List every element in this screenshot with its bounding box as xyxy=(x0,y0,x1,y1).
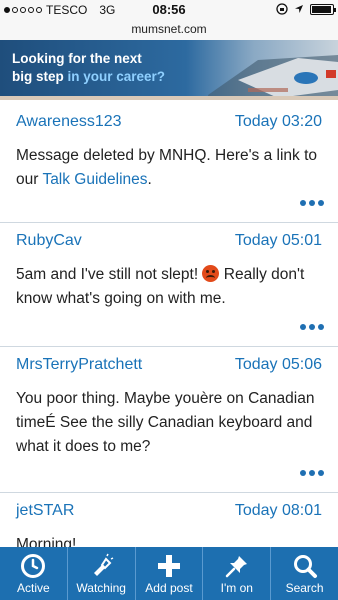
bottom-toolbar: Active Watching Add post I'm on Search xyxy=(0,547,338,600)
post-author[interactable]: jetSTAR xyxy=(16,502,74,529)
status-icons xyxy=(276,3,336,15)
flashlight-icon xyxy=(94,553,114,576)
more-options-icon[interactable] xyxy=(300,324,324,330)
thread-posts: Awareness123 Today 03:20 Message deleted… xyxy=(0,104,338,547)
post-text-end: . xyxy=(147,171,152,188)
post-text: 5am and I've still not slept! xyxy=(16,266,203,283)
post: MrsTerryPratchett Today 05:06 You poor t… xyxy=(0,347,338,493)
toolbar-add-post-button[interactable]: Add post xyxy=(136,547,204,600)
pin-icon xyxy=(225,556,247,578)
url-bar[interactable]: mumsnet.com xyxy=(0,20,338,40)
more-options-icon[interactable] xyxy=(300,470,324,476)
post: Awareness123 Today 03:20 Message deleted… xyxy=(0,104,338,223)
plus-icon xyxy=(157,555,180,577)
battery-icon xyxy=(310,3,336,15)
toolbar-label: Watching xyxy=(76,581,126,595)
post-text: You poor thing. Maybe youère on Canadian… xyxy=(16,390,315,455)
toolbar-watching-button[interactable]: Watching xyxy=(68,547,136,600)
banner-line2-accent: in your career? xyxy=(67,69,166,84)
post: RubyCav Today 05:01 5am and I've still n… xyxy=(0,223,338,347)
post-header: jetSTAR Today 08:01 xyxy=(16,493,322,529)
toolbar-search-button[interactable]: Search xyxy=(271,547,338,600)
banner-headline: Looking for the next big step in your ca… xyxy=(12,50,165,86)
clock-icon xyxy=(21,554,46,578)
location-arrow-icon xyxy=(295,5,303,13)
talk-guidelines-link[interactable]: Talk Guidelines xyxy=(42,171,147,188)
post-body: You poor thing. Maybe youère on Canadian… xyxy=(16,383,322,459)
toolbar-label: Search xyxy=(285,581,324,595)
post-body: Morning! xyxy=(16,529,322,547)
post-text: Morning! xyxy=(16,536,77,547)
status-bar: TESCO 3G 08:56 xyxy=(0,0,338,20)
toolbar-label: Add post xyxy=(145,581,193,595)
post-author[interactable]: Awareness123 xyxy=(16,113,122,140)
post-time: Today 05:01 xyxy=(234,232,322,249)
post-header: RubyCav Today 05:01 xyxy=(16,223,322,259)
post-time: Today 05:06 xyxy=(234,356,322,373)
search-icon xyxy=(293,555,317,578)
career-banner-ad[interactable]: Looking for the next big step in your ca… xyxy=(0,40,338,100)
more-options-icon[interactable] xyxy=(300,200,324,206)
post-body: Message deleted by MNHQ. Here's a link t… xyxy=(16,140,322,192)
toolbar-label: Active xyxy=(17,581,50,595)
rotation-lock-icon xyxy=(276,3,288,15)
banner-line2-start: big step xyxy=(12,69,68,84)
toolbar-label: I'm on xyxy=(220,581,253,595)
banner-line1: Looking for the next xyxy=(12,51,142,66)
banner-divider xyxy=(0,96,338,100)
post: jetSTAR Today 08:01 Morning! xyxy=(0,493,338,547)
post-header: MrsTerryPratchett Today 05:06 xyxy=(16,347,322,383)
post-time: Today 08:01 xyxy=(234,502,322,519)
angry-emoji-icon xyxy=(202,265,220,282)
banner-laptop-image xyxy=(208,55,338,100)
toolbar-active-button[interactable]: Active xyxy=(0,547,68,600)
post-body: 5am and I've still not slept! Really don… xyxy=(16,259,322,311)
post-header: Awareness123 Today 03:20 xyxy=(16,104,322,140)
toolbar-im-on-button[interactable]: I'm on xyxy=(203,547,272,600)
post-author[interactable]: MrsTerryPratchett xyxy=(16,356,142,383)
post-author[interactable]: RubyCav xyxy=(16,232,82,259)
post-time: Today 03:20 xyxy=(234,113,322,130)
banner-line2: big step in your career? xyxy=(12,68,165,86)
